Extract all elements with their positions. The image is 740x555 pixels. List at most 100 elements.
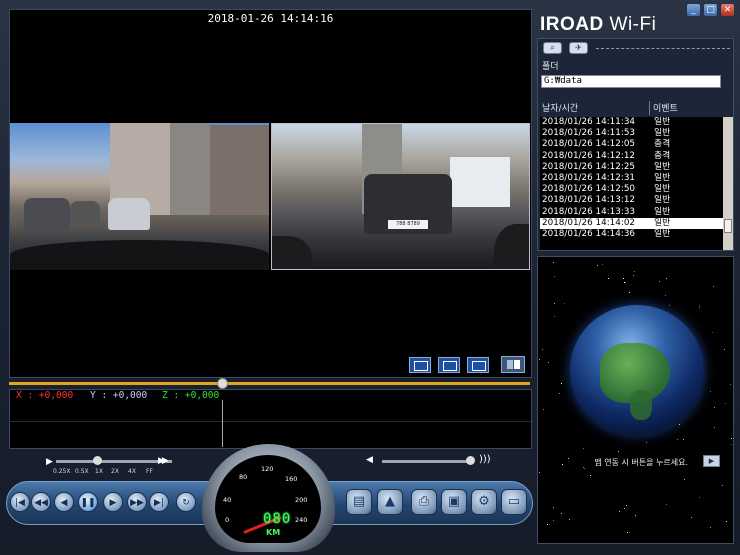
volume-slider[interactable] xyxy=(382,460,474,463)
star xyxy=(569,519,570,520)
rear-camera-view[interactable]: 788 8789 xyxy=(271,123,530,270)
file-list-row[interactable]: 2018/01/26 14:13:33 일반 xyxy=(540,207,723,218)
gsensor-graph: X : +0,000 Y : +0,000 Z : +0,000 xyxy=(9,389,532,449)
upload-icon[interactable]: ▲ xyxy=(377,489,403,515)
star xyxy=(634,271,635,272)
file-datetime: 2018/01/26 14:12:05 xyxy=(542,139,636,150)
prev-icon[interactable]: ◀◀ xyxy=(31,492,51,512)
toolbar-divider xyxy=(596,48,730,49)
close-icon[interactable]: ✕ xyxy=(720,3,735,17)
file-list-row[interactable]: 2018/01/26 14:12:05 충격 xyxy=(540,139,723,150)
side-panel: IROAD Wi-Fi _ □ ✕ ⌕ ✈ 폴더 G:₩data 날자/시간 이… xyxy=(537,0,740,555)
file-list[interactable]: 2018/01/26 14:11:34 일반 2018/01/26 14:11:53… xyxy=(540,117,723,250)
view-pip-button[interactable] xyxy=(467,357,489,373)
star xyxy=(731,438,732,439)
car xyxy=(108,198,150,230)
repeat-icon[interactable]: ↻ xyxy=(176,492,196,512)
gauge-digital-readout: 080 xyxy=(263,511,292,527)
file-datetime: 2018/01/26 14:12:31 xyxy=(542,172,636,183)
star xyxy=(669,305,670,306)
minimize-icon[interactable]: _ xyxy=(686,3,701,17)
timeline-track[interactable] xyxy=(9,382,530,385)
star xyxy=(543,409,544,410)
star xyxy=(691,517,692,518)
timeline-thumb[interactable] xyxy=(217,378,228,389)
timeline-slider[interactable] xyxy=(9,378,530,389)
map-link-button[interactable]: ▶ xyxy=(703,455,720,467)
star xyxy=(699,307,700,308)
file-event: 충격 xyxy=(654,139,671,150)
step-back-icon[interactable]: ◀ xyxy=(54,492,74,512)
gauge-tick-label: 200 xyxy=(295,496,308,504)
slow-icon[interactable]: ▶ xyxy=(46,457,53,467)
star xyxy=(699,305,700,306)
volume-icon[interactable]: ◀ xyxy=(366,455,373,465)
pause-icon[interactable]: ❚❚ xyxy=(78,492,98,512)
column-event[interactable]: 이벤트 xyxy=(649,101,678,115)
step-forward-icon[interactable]: ▶▶ xyxy=(127,492,147,512)
star xyxy=(684,479,685,480)
star xyxy=(553,262,554,263)
search-icon[interactable]: ⌕ xyxy=(543,42,562,54)
file-list-row[interactable]: 2018/01/26 14:11:53 일반 xyxy=(540,128,723,139)
dashboard xyxy=(10,240,269,270)
file-list-row[interactable]: 2018/01/26 14:13:12 일반 xyxy=(540,195,723,206)
star xyxy=(623,278,624,279)
settings-icon[interactable]: ⚙ xyxy=(471,489,497,515)
video-viewport[interactable]: 2018-01-26 14:14:16 788 8789 xyxy=(9,9,532,378)
scrollbar-thumb[interactable] xyxy=(724,219,732,233)
column-datetime[interactable]: 날자/시간 xyxy=(542,101,578,114)
file-datetime: 2018/01/26 14:12:12 xyxy=(542,150,636,161)
maximize-icon[interactable]: □ xyxy=(703,3,718,17)
star xyxy=(561,383,562,384)
volume-slider-thumb[interactable] xyxy=(466,456,475,465)
star xyxy=(710,527,711,528)
gauge-tick-label: 40 xyxy=(223,496,232,504)
file-list-row[interactable]: 2018/01/26 14:12:50 일반 xyxy=(540,184,723,195)
view-toggle-button[interactable] xyxy=(501,356,525,373)
file-event: 충격 xyxy=(654,150,671,161)
star xyxy=(666,278,667,279)
front-camera-view[interactable] xyxy=(10,123,269,270)
save-icon[interactable]: ▣ xyxy=(441,489,467,515)
speed-label: 4X xyxy=(128,468,136,475)
folder-icon[interactable]: ▭ xyxy=(501,489,527,515)
building xyxy=(170,123,210,215)
star xyxy=(553,507,554,508)
star xyxy=(618,451,619,452)
star xyxy=(659,281,660,282)
file-datetime: 2018/01/26 14:13:33 xyxy=(542,206,636,217)
building xyxy=(210,125,269,215)
file-list-row[interactable]: 2018/01/26 14:12:12 충격 xyxy=(540,151,723,162)
star xyxy=(561,513,562,514)
star xyxy=(553,520,554,521)
film-icon[interactable]: ▤ xyxy=(346,489,372,515)
file-list-row[interactable]: 2018/01/26 14:14:36 일반 xyxy=(540,229,723,240)
star xyxy=(559,393,560,394)
file-event: 일반 xyxy=(654,161,671,172)
skip-end-icon[interactable]: ▶| xyxy=(149,492,169,512)
view-split-button[interactable] xyxy=(438,357,460,373)
view-single-button[interactable] xyxy=(409,357,431,373)
satellite-icon[interactable]: ✈ xyxy=(569,42,588,54)
star xyxy=(633,275,634,276)
folder-path-field[interactable]: G:₩data xyxy=(541,75,721,88)
skip-start-icon[interactable]: |◀ xyxy=(10,492,30,512)
speed-label: FF xyxy=(146,468,153,475)
star xyxy=(625,282,626,283)
star xyxy=(683,439,684,440)
toggle-half-icon xyxy=(514,360,520,369)
print-icon[interactable]: ⎙ xyxy=(411,489,437,515)
speed-slider[interactable] xyxy=(56,460,172,463)
file-list-row[interactable]: 2018/01/26 14:12:31 일반 xyxy=(540,173,723,184)
star xyxy=(722,485,723,486)
file-panel: ⌕ ✈ 폴더 G:₩data 날자/시간 이벤트 2018/01/26 14:1… xyxy=(537,38,734,251)
file-list-row[interactable]: 2018/01/26 14:11:34 일반 xyxy=(540,117,723,128)
file-list-row[interactable]: 2018/01/26 14:12:25 일반 xyxy=(540,162,723,173)
fast-icon[interactable]: ▶▶ xyxy=(158,456,169,466)
star xyxy=(583,448,584,449)
speed-slider-thumb[interactable] xyxy=(93,456,102,465)
file-list-row[interactable]: 2018/01/26 14:14:02 일반 xyxy=(540,217,723,229)
file-event: 일반 xyxy=(654,195,671,206)
play-icon[interactable]: ▶ xyxy=(103,492,123,512)
